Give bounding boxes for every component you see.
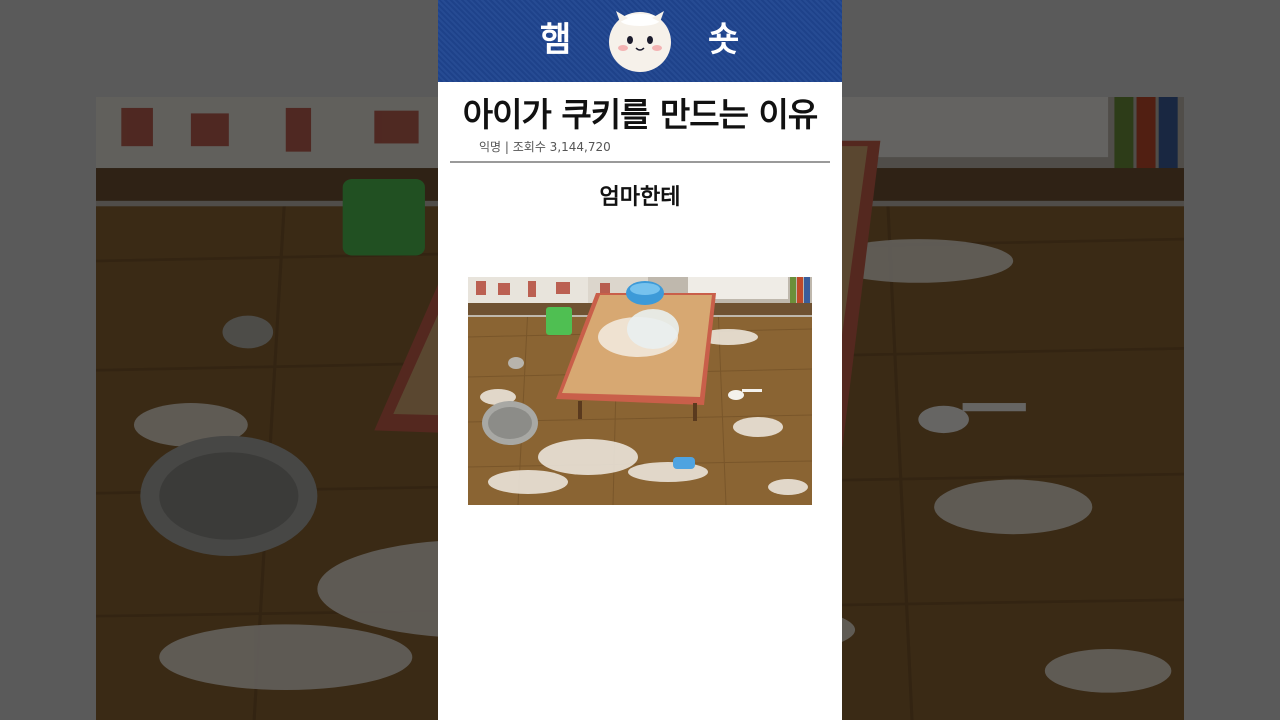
divider (450, 161, 830, 163)
post-panel: 햄 숏 아이가 쿠키를 만드는 이유 익명 | 조회수 3,144,720 엄마… (438, 0, 842, 720)
post-caption: 엄마한테 (599, 185, 681, 210)
channel-header: 햄 숏 (438, 0, 842, 82)
post-meta: 익명 | 조회수 3,144,720 (479, 140, 611, 154)
post-title: 아이가 쿠키를 만드는 이유 (462, 95, 818, 134)
logo-text-right: 숏 (708, 20, 740, 60)
logo-text-left: 햄 (540, 20, 572, 60)
post-photo (468, 277, 812, 505)
hamster-mascot-icon (609, 11, 671, 72)
